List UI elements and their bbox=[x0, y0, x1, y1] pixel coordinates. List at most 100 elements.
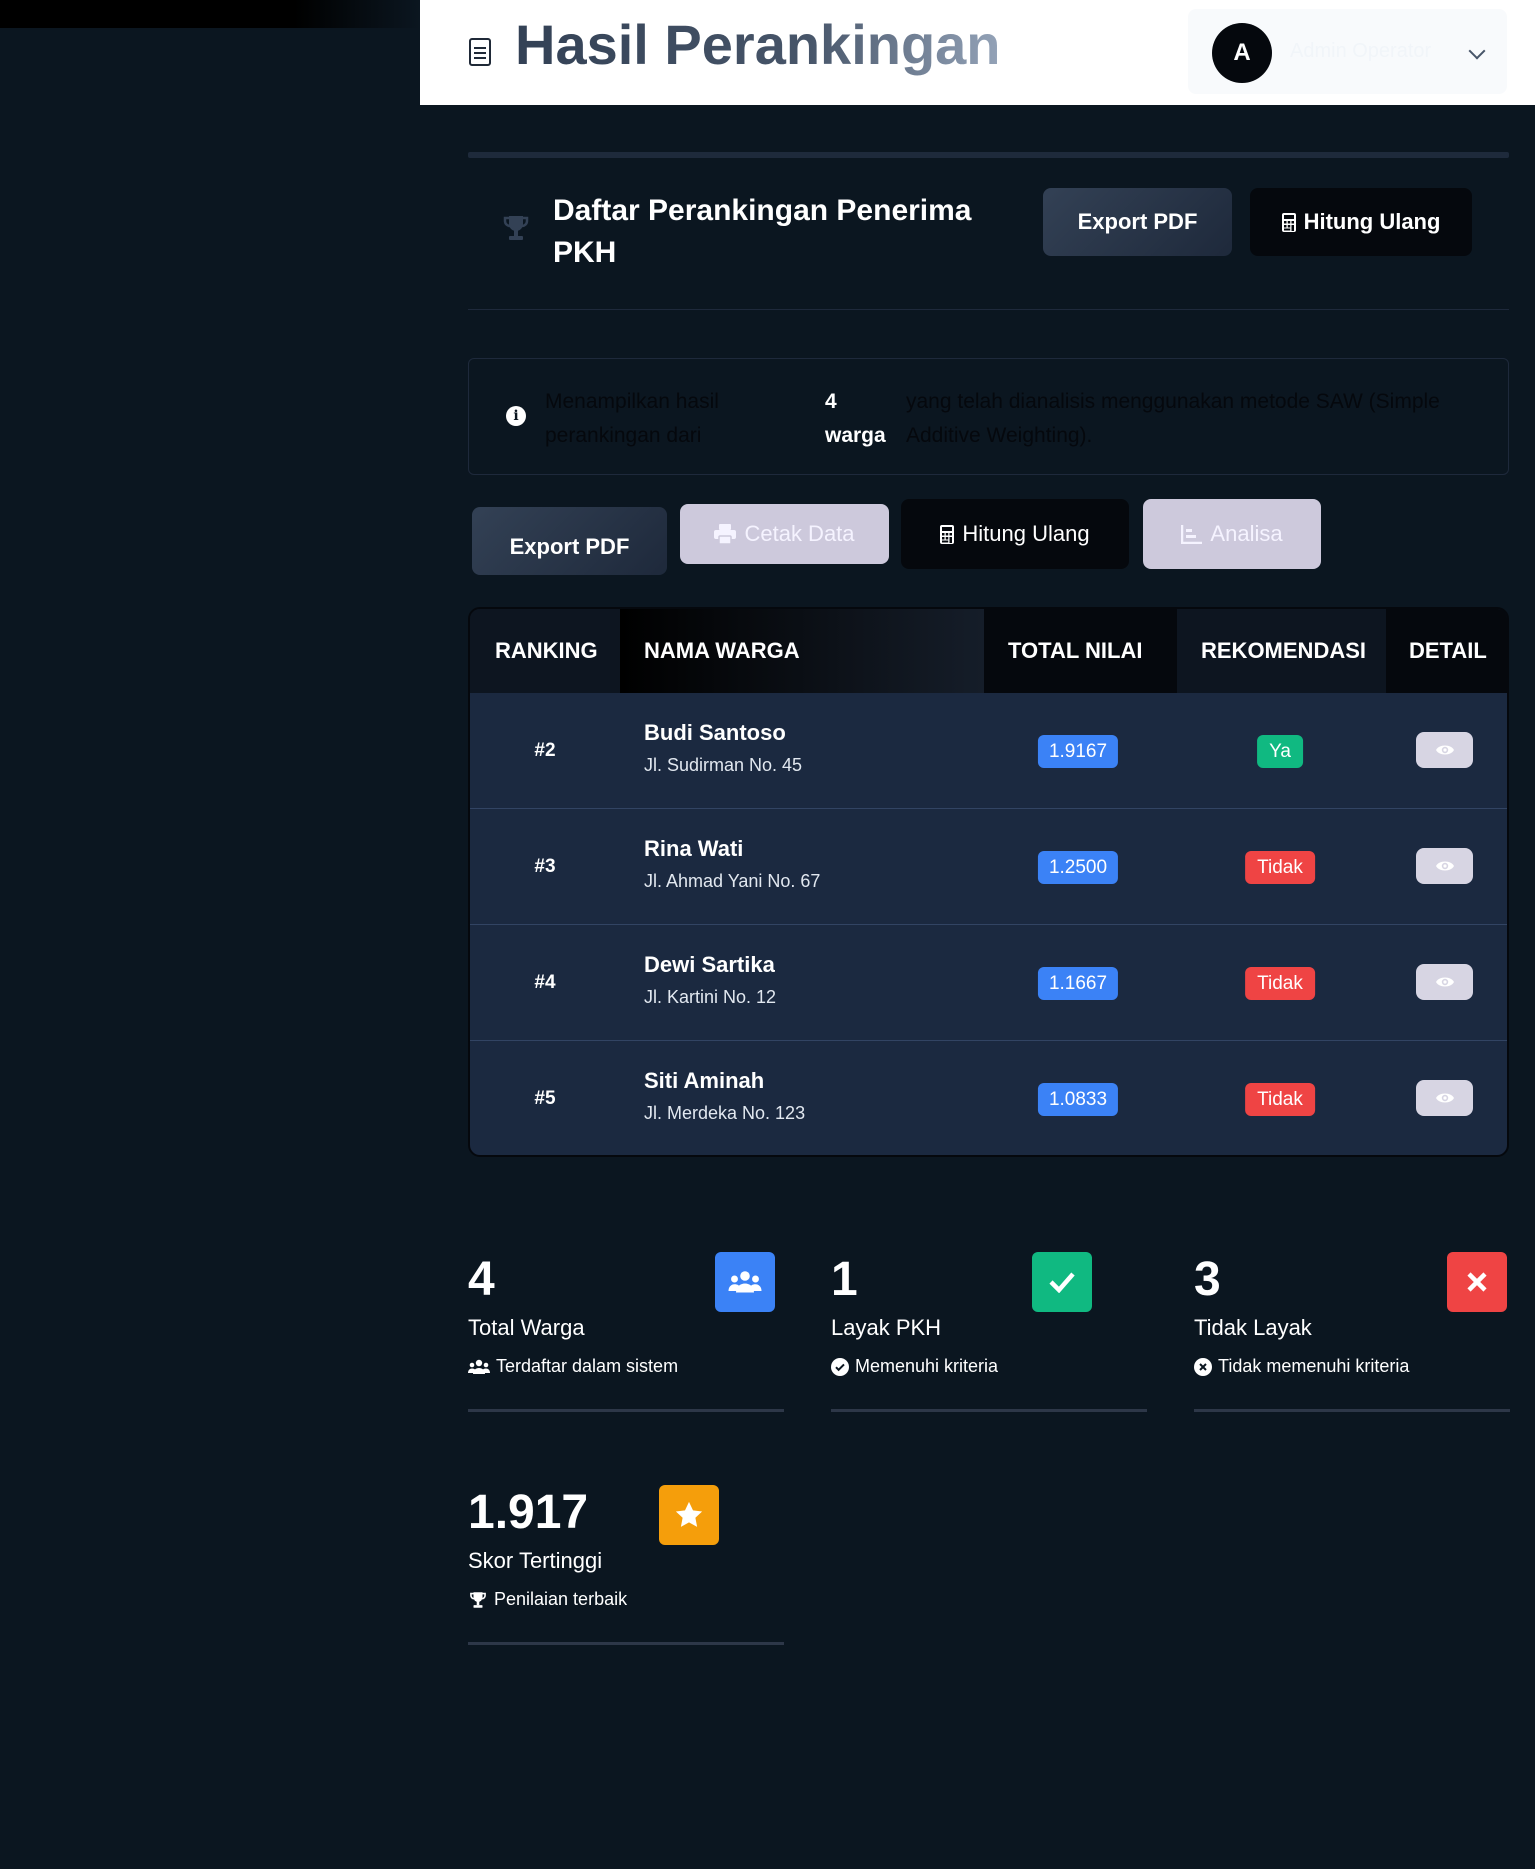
check-circle-icon bbox=[831, 1357, 849, 1376]
col-ranking: RANKING bbox=[470, 609, 620, 693]
stat-subtext-label: Terdaftar dalam sistem bbox=[496, 1356, 679, 1376]
col-rekomendasi: REKOMENDASI bbox=[1177, 609, 1386, 693]
stat-label: Layak PKH bbox=[831, 1315, 942, 1340]
star-icon bbox=[675, 1501, 703, 1527]
avatar: A bbox=[1212, 23, 1272, 83]
user-name: Admin Operator bbox=[1290, 40, 1432, 62]
resident-address: Jl. Ahmad Yani No. 67 bbox=[644, 871, 821, 891]
stat-total-warga: 4 Total Warga Terdaftar dalam sistem bbox=[468, 1252, 784, 1412]
view-detail-button[interactable] bbox=[1416, 1080, 1473, 1116]
stat-label: Skor Tertinggi bbox=[468, 1548, 603, 1573]
star-icon-box bbox=[659, 1485, 719, 1545]
users-icon-box bbox=[715, 1252, 775, 1312]
score-badge: 1.0833 bbox=[1037, 1083, 1119, 1116]
chevron-down-icon bbox=[1468, 42, 1486, 60]
users-icon bbox=[728, 1271, 762, 1293]
stat-subtext-label: Penilaian terbaik bbox=[494, 1589, 628, 1609]
stat-value: 1.917 bbox=[468, 1486, 589, 1539]
stat-label: Tidak Layak bbox=[1194, 1315, 1312, 1340]
stat-value: 3 bbox=[1194, 1253, 1221, 1306]
chart-bar-icon bbox=[1181, 524, 1203, 544]
recommendation-badge: Tidak bbox=[1245, 1083, 1315, 1116]
page-title: Hasil Perankingan bbox=[515, 13, 1001, 76]
analysis-button[interactable]: Analisa bbox=[1143, 499, 1321, 569]
info-text-before: Menampilkan hasil perankingan dari bbox=[545, 390, 719, 447]
stat-value: 4 bbox=[468, 1253, 495, 1306]
table-header: RANKING NAMA WARGA TOTAL NILAI REKOMENDA… bbox=[470, 609, 1507, 693]
recalculate-button-2[interactable]: Hitung Ulang bbox=[901, 499, 1129, 569]
check-icon bbox=[1049, 1272, 1075, 1293]
analysis-label: Analisa bbox=[1210, 521, 1283, 546]
eye-icon bbox=[1435, 977, 1454, 987]
resident-name: Siti Aminah bbox=[644, 1068, 765, 1093]
table-row: #5 Siti Aminah Jl. Merdeka No. 123 1.083… bbox=[470, 1041, 1507, 1155]
recalculate-label-2: Hitung Ulang bbox=[962, 521, 1090, 546]
eye-icon bbox=[1435, 861, 1454, 871]
recalculate-label: Hitung Ulang bbox=[1303, 209, 1441, 234]
card-header: Daftar Perankingan Penerima PKH Export P… bbox=[468, 160, 1509, 310]
eye-icon bbox=[1435, 1093, 1454, 1103]
user-menu[interactable]: A Admin Operator bbox=[1188, 9, 1507, 94]
table-row: #4 Dewi Sartika Jl. Kartini No. 12 1.166… bbox=[470, 925, 1507, 1041]
resident-name: Rina Wati bbox=[644, 836, 744, 861]
x-icon bbox=[1467, 1272, 1487, 1292]
stat-tidak-layak: 3 Tidak Layak Tidak memenuhi kriteria bbox=[1194, 1252, 1510, 1412]
stat-subtext: Penilaian terbaik bbox=[468, 1589, 627, 1610]
view-detail-button[interactable] bbox=[1416, 848, 1473, 884]
trophy-icon bbox=[503, 216, 529, 240]
view-detail-button[interactable] bbox=[1416, 732, 1473, 768]
print-data-button[interactable]: Cetak Data bbox=[680, 504, 889, 564]
recalculate-button[interactable]: Hitung Ulang bbox=[1250, 188, 1472, 256]
check-icon-box bbox=[1032, 1252, 1092, 1312]
resident-name: Dewi Sartika bbox=[644, 952, 775, 977]
card-title: Daftar Perankingan Penerima PKH bbox=[553, 194, 972, 269]
rank-cell: #2 bbox=[534, 740, 556, 761]
stat-subtext-label: Memenuhi kriteria bbox=[855, 1356, 999, 1376]
recommendation-badge: Ya bbox=[1257, 735, 1303, 768]
menu-toggle-icon[interactable] bbox=[469, 38, 491, 66]
rank-cell: #4 bbox=[534, 972, 556, 993]
x-icon-box bbox=[1447, 1252, 1507, 1312]
card-top-border bbox=[468, 152, 1509, 158]
stat-subtext: Terdaftar dalam sistem bbox=[468, 1356, 678, 1377]
resident-address: Jl. Merdeka No. 123 bbox=[644, 1103, 806, 1123]
export-pdf-button-2[interactable]: Export PDF bbox=[472, 507, 667, 575]
export-pdf-button[interactable]: Export PDF bbox=[1043, 188, 1232, 256]
table-row: #2 Budi Santoso Jl. Sudirman No. 45 1.91… bbox=[470, 693, 1507, 809]
users-icon bbox=[468, 1359, 490, 1374]
view-detail-button[interactable] bbox=[1416, 964, 1473, 1000]
info-icon: i bbox=[506, 406, 526, 426]
resident-name: Budi Santoso bbox=[644, 720, 786, 745]
print-data-label: Cetak Data bbox=[744, 521, 855, 546]
eye-icon bbox=[1435, 745, 1454, 755]
recommendation-badge: Tidak bbox=[1245, 851, 1315, 884]
info-count: 4 warga bbox=[825, 390, 886, 447]
col-detail: DETAIL bbox=[1386, 609, 1507, 693]
score-badge: 1.2500 bbox=[1037, 851, 1119, 884]
export-pdf-label-2: Export PDF bbox=[509, 534, 630, 559]
resident-address: Jl. Sudirman No. 45 bbox=[644, 755, 803, 775]
col-nama-warga: NAMA WARGA bbox=[620, 609, 984, 693]
printer-icon bbox=[714, 524, 737, 544]
rank-cell: #5 bbox=[534, 1088, 556, 1109]
stat-layak-pkh: 1 Layak PKH Memenuhi kriteria bbox=[831, 1252, 1147, 1412]
info-alert: i Menampilkan hasil perankingan dari 4 w… bbox=[468, 358, 1509, 475]
stat-label: Total Warga bbox=[468, 1315, 585, 1340]
recommendation-badge: Tidak bbox=[1245, 967, 1315, 1000]
stat-value: 1 bbox=[831, 1253, 858, 1306]
stat-skor-tertinggi: 1.917 Skor Tertinggi Penilaian terbaik bbox=[468, 1485, 784, 1645]
resident-address: Jl. Kartini No. 12 bbox=[644, 987, 777, 1007]
table-row: #3 Rina Wati Jl. Ahmad Yani No. 67 1.250… bbox=[470, 809, 1507, 925]
ranking-table: RANKING NAMA WARGA TOTAL NILAI REKOMENDA… bbox=[468, 607, 1509, 1157]
score-badge: 1.1667 bbox=[1037, 967, 1119, 1000]
col-total-nilai: TOTAL NILAI bbox=[984, 609, 1177, 693]
top-strip bbox=[0, 0, 420, 28]
stat-subtext: Tidak memenuhi kriteria bbox=[1194, 1356, 1409, 1377]
export-pdf-label: Export PDF bbox=[1077, 209, 1198, 234]
info-text-after: yang telah dianalisis menggunakan metode… bbox=[906, 390, 1440, 447]
x-circle-icon bbox=[1194, 1357, 1212, 1376]
trophy-icon bbox=[470, 1591, 486, 1608]
score-badge: 1.9167 bbox=[1037, 735, 1119, 768]
calculator-icon bbox=[1281, 212, 1296, 232]
calculator-icon bbox=[940, 524, 955, 544]
